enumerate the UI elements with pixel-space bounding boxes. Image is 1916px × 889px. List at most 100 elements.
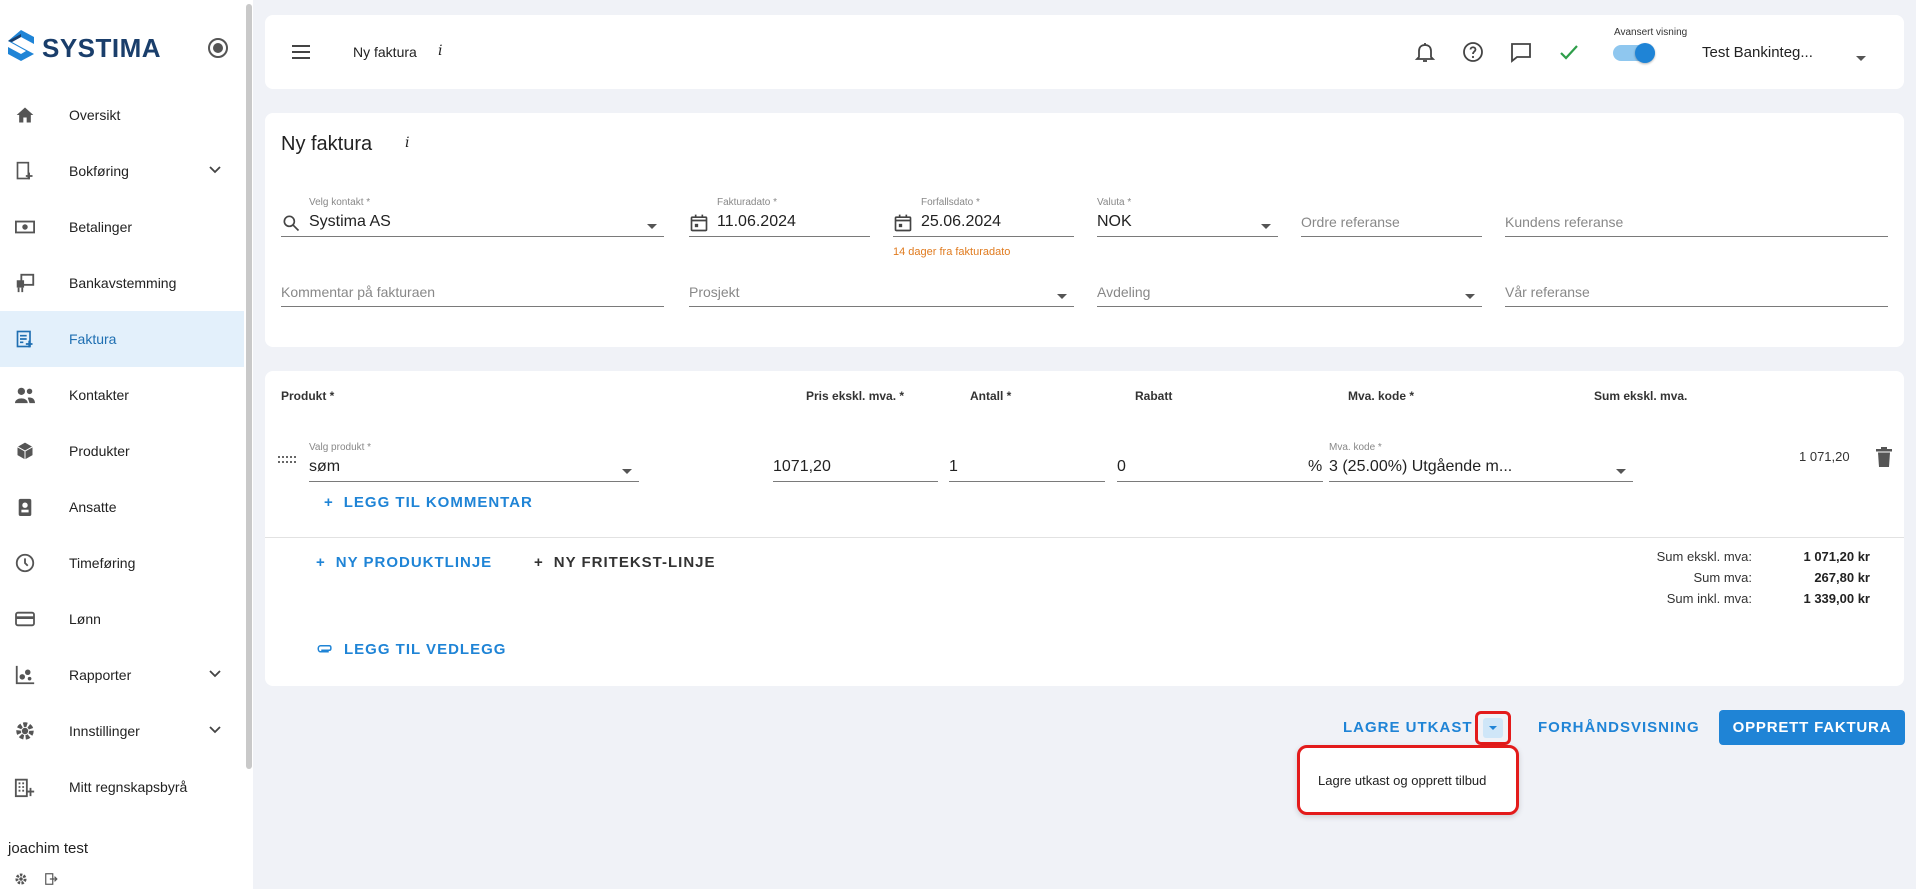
advanced-view-label: Avansert visning	[1614, 27, 1688, 38]
field-placeholder: Prosjekt	[689, 284, 740, 300]
sidebar-item-produkter[interactable]: Produkter	[0, 423, 244, 479]
sidebar-item-label: Betalinger	[69, 219, 133, 235]
contact-select[interactable]: Velg kontakt * Systima AS	[281, 197, 664, 237]
bookkeeping-icon	[13, 159, 37, 183]
caret-down-icon	[1464, 288, 1476, 306]
sidebar-item-faktura[interactable]: Faktura	[0, 311, 244, 367]
check-icon[interactable]	[1557, 40, 1581, 64]
sidebar-item-betalinger[interactable]: Betalinger	[0, 199, 244, 255]
calendar-icon	[689, 213, 709, 238]
user-settings-icon[interactable]	[14, 872, 28, 889]
bell-icon[interactable]	[1413, 40, 1437, 64]
payroll-icon	[13, 607, 37, 631]
column-header-product: Produkt *	[281, 389, 335, 403]
bank-reconciliation-icon	[13, 271, 37, 295]
drag-handle-icon[interactable]	[278, 452, 296, 470]
invoice-lines-card: Produkt * Pris ekskl. mva. * Antall * Ra…	[265, 371, 1904, 686]
create-invoice-button[interactable]: OPPRETT FAKTURA	[1719, 710, 1905, 745]
plus-icon: +	[316, 554, 326, 571]
plus-icon: +	[324, 494, 334, 511]
brand-logo[interactable]: SYSTIMA	[6, 28, 161, 68]
sidebar-item-label: Mitt regnskapsbyrå	[69, 779, 188, 795]
quantity-input[interactable]: 1	[949, 442, 1105, 482]
add-comment-label: LEGG TIL KOMMENTAR	[343, 494, 533, 511]
user-name: joachim test	[8, 840, 89, 857]
chevron-down-icon[interactable]	[208, 723, 222, 742]
save-options-dropdown-button[interactable]	[1475, 711, 1511, 745]
line-sum: 1 071,20	[1799, 449, 1850, 464]
our-reference-field[interactable]: Vår referanse	[1505, 267, 1888, 307]
department-select[interactable]: Avdeling	[1097, 267, 1482, 307]
chevron-down-icon[interactable]	[208, 163, 222, 182]
sidebar-item-bokforing[interactable]: Bokføring	[0, 143, 244, 199]
save-draft-and-create-quote-item[interactable]: Lagre utkast og opprett tilbud	[1318, 773, 1486, 788]
due-date-hint: 14 dager fra fakturadato	[893, 246, 1011, 258]
delete-line-icon[interactable]	[1876, 447, 1892, 472]
due-date-field[interactable]: Forfallsdato * 25.06.2024	[893, 197, 1074, 237]
sidebar-item-label: Ansatte	[69, 499, 117, 515]
sidebar-item-bankavstemming[interactable]: Bankavstemming	[0, 255, 244, 311]
employees-icon	[13, 495, 37, 519]
price-input[interactable]: 1071,20	[773, 442, 938, 482]
sidebar-item-kontakter[interactable]: Kontakter	[0, 367, 244, 423]
sidebar-item-label: Lønn	[69, 611, 101, 627]
sidebar-item-innstillinger[interactable]: Innstillinger	[0, 703, 244, 759]
invoice-date-field[interactable]: Fakturadato * 11.06.2024	[689, 197, 870, 237]
calendar-icon	[893, 213, 913, 238]
page-title: Ny faktura	[353, 44, 417, 60]
save-draft-button[interactable]: LAGRE UTKAST	[1343, 719, 1473, 736]
top-bar: Ny faktura i Avansert visning Test Banki…	[265, 15, 1904, 89]
column-header-vat-code: Mva. kode *	[1348, 389, 1415, 403]
invoice-comment-field[interactable]: Kommentar på fakturaen	[281, 267, 664, 307]
discount-input[interactable]: 0	[1117, 442, 1323, 482]
card-title: Ny faktura	[281, 133, 373, 155]
total-value: 267,80 kr	[1814, 570, 1870, 585]
add-attachment-button[interactable]: LEGG TIL VEDLEGG	[316, 641, 506, 658]
caret-down-icon[interactable]	[1855, 50, 1867, 68]
sidebar-scrollbar[interactable]	[246, 4, 252, 769]
sidebar-item-label: Faktura	[69, 331, 117, 347]
chat-icon[interactable]	[1509, 40, 1533, 64]
logout-icon[interactable]	[44, 872, 58, 889]
total-label: Sum mva:	[1693, 570, 1752, 585]
field-label: Forfallsdato *	[921, 197, 980, 208]
new-product-line-button[interactable]: + NY PRODUKTLINJE	[316, 554, 492, 571]
search-icon	[281, 213, 301, 238]
field-placeholder: Kundens referanse	[1505, 214, 1624, 230]
new-freetext-line-button[interactable]: + NY FRITEKST-LINJE	[534, 554, 716, 571]
field-placeholder: Avdeling	[1097, 284, 1151, 300]
currency-select[interactable]: Valuta * NOK	[1097, 197, 1278, 237]
vat-code-select[interactable]: Mva. kode * 3 (25.00%) Utgående m...	[1329, 442, 1633, 482]
company-selector[interactable]: Test Bankinteg...	[1702, 44, 1813, 61]
reports-icon	[13, 663, 37, 687]
sidebar-item-rapporter[interactable]: Rapporter	[0, 647, 244, 703]
sidebar-item-mitt-regnskapsbyra[interactable]: Mitt regnskapsbyrå	[0, 759, 244, 815]
sidebar-item-label: Oversikt	[69, 107, 121, 123]
add-comment-button[interactable]: + LEGG TIL KOMMENTAR	[324, 494, 533, 511]
advanced-view-toggle[interactable]	[1613, 42, 1657, 64]
help-icon[interactable]	[1461, 40, 1485, 64]
menu-icon[interactable]	[291, 44, 311, 65]
caret-down-icon	[1056, 288, 1068, 306]
product-select[interactable]: Valg produkt * søm	[309, 442, 639, 482]
accounting-firm-icon	[13, 775, 37, 799]
chevron-down-icon[interactable]	[208, 667, 222, 686]
save-options-menu: Lagre utkast og opprett tilbud	[1297, 745, 1519, 815]
info-icon[interactable]: i	[438, 43, 442, 59]
sidebar-item-timeforing[interactable]: Timeføring	[0, 535, 244, 591]
sidebar-item-ansatte[interactable]: Ansatte	[0, 479, 244, 535]
customer-reference-field[interactable]: Kundens referanse	[1505, 197, 1888, 237]
project-select[interactable]: Prosjekt	[689, 267, 1074, 307]
caret-down-icon	[1615, 463, 1627, 481]
order-reference-field[interactable]: Ordre referanse	[1301, 197, 1482, 237]
sidebar-pin-toggle[interactable]	[208, 38, 228, 58]
field-label: Valg produkt *	[309, 442, 372, 453]
total-label: Sum inkl. mva:	[1666, 591, 1752, 606]
sidebar-item-oversikt[interactable]: Oversikt	[0, 87, 244, 143]
sidebar-item-lonn[interactable]: Lønn	[0, 591, 244, 647]
contacts-icon	[13, 383, 37, 407]
preview-button[interactable]: FORHÅNDSVISNING	[1538, 719, 1700, 736]
brand-name: SYSTIMA	[42, 32, 162, 63]
total-value: 1 339,00 kr	[1803, 591, 1870, 606]
info-icon[interactable]: i	[405, 135, 409, 151]
